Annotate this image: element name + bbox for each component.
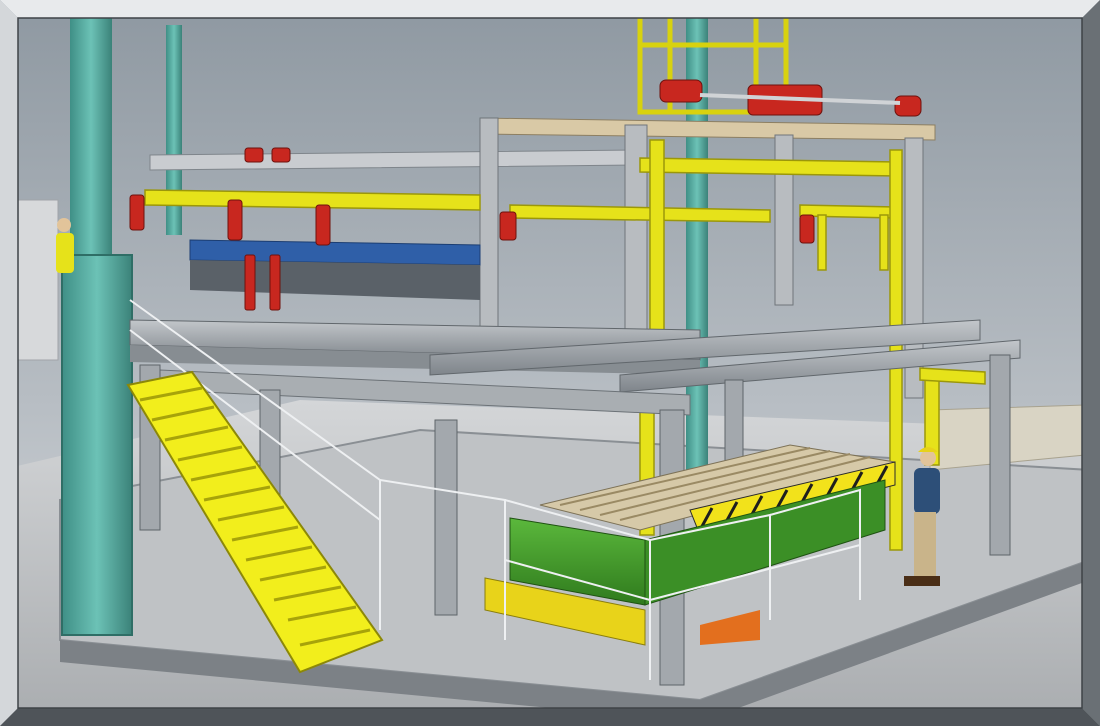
- render-frame: [0, 0, 1100, 726]
- plant-render: [0, 0, 1100, 726]
- teal-column-left: [70, 0, 112, 260]
- side-building: [17, 199, 59, 361]
- motor-icon: [659, 79, 703, 103]
- teal-column-left-lower: [61, 254, 133, 636]
